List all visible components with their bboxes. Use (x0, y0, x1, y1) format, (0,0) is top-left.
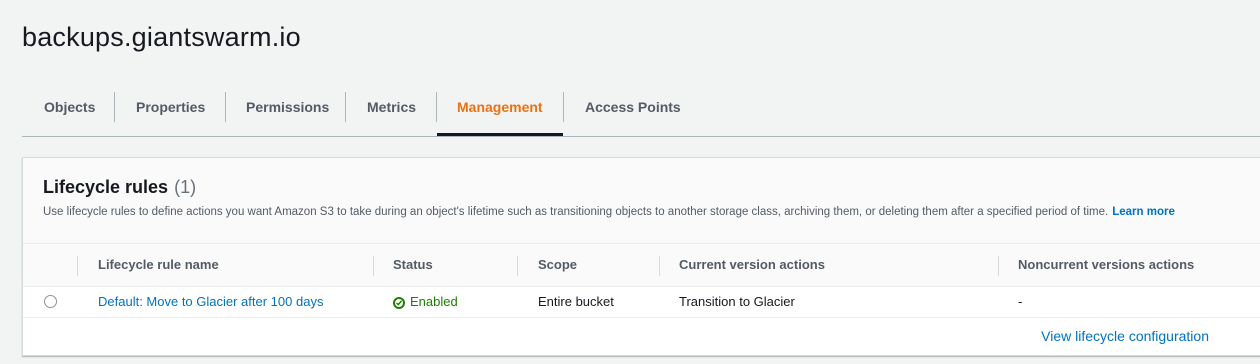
tab-permissions[interactable]: Permissions (246, 92, 329, 122)
page-title: backups.giantswarm.io (22, 22, 301, 52)
description-text: Use lifecycle rules to define actions yo… (43, 206, 1109, 218)
tab-management[interactable]: Management (457, 92, 543, 122)
view-lifecycle-config-link[interactable]: View lifecycle configuration (1041, 328, 1209, 344)
panel-title: Lifecycle rules (1) (43, 177, 196, 198)
tab-access-points[interactable]: Access Points (585, 92, 681, 122)
status-text: Enabled (410, 294, 458, 309)
tab-divider (563, 92, 564, 122)
column-header-status[interactable]: Status (393, 244, 433, 286)
panel-title-text: Lifecycle rules (43, 177, 169, 197)
column-divider (998, 256, 999, 276)
current-actions-cell: Transition to Glacier (679, 294, 795, 309)
noncurrent-actions-cell: - (1018, 294, 1023, 309)
column-divider (77, 256, 78, 276)
tab-metrics[interactable]: Metrics (367, 92, 416, 122)
column-divider (517, 256, 518, 276)
tab-divider (345, 92, 346, 122)
rule-count: (1) (174, 177, 197, 197)
column-divider (373, 256, 374, 276)
table-header: Lifecycle rule name Status Scope Current… (23, 244, 1260, 287)
column-header-name[interactable]: Lifecycle rule name (98, 244, 219, 286)
tab-divider (225, 92, 226, 122)
column-header-noncurrent-actions[interactable]: Noncurrent versions actions (1018, 244, 1194, 286)
active-tab-indicator (437, 133, 563, 136)
tab-properties[interactable]: Properties (136, 92, 205, 122)
panel-header: Lifecycle rules (1) Use lifecycle rules t… (23, 158, 1260, 244)
table-row: Default: Move to Glacier after 100 days … (23, 287, 1260, 318)
panel-description: Use lifecycle rules to define actions yo… (43, 206, 1175, 218)
column-header-scope[interactable]: Scope (538, 244, 577, 286)
tab-divider (114, 92, 115, 122)
status-badge: Enabled (393, 287, 458, 317)
tab-divider (436, 92, 437, 122)
lifecycle-rules-panel: Lifecycle rules (1) Use lifecycle rules t… (22, 157, 1260, 356)
check-circle-icon (393, 297, 405, 309)
tab-bar: Objects Properties Permissions Metrics M… (22, 80, 1260, 137)
tab-objects[interactable]: Objects (44, 92, 95, 122)
row-select-radio[interactable] (44, 295, 57, 308)
scope-cell: Entire bucket (538, 294, 614, 309)
column-header-current-actions[interactable]: Current version actions (679, 244, 825, 286)
learn-more-link[interactable]: Learn more (1112, 206, 1175, 218)
column-divider (659, 256, 660, 276)
rule-name-link[interactable]: Default: Move to Glacier after 100 days (98, 287, 323, 317)
